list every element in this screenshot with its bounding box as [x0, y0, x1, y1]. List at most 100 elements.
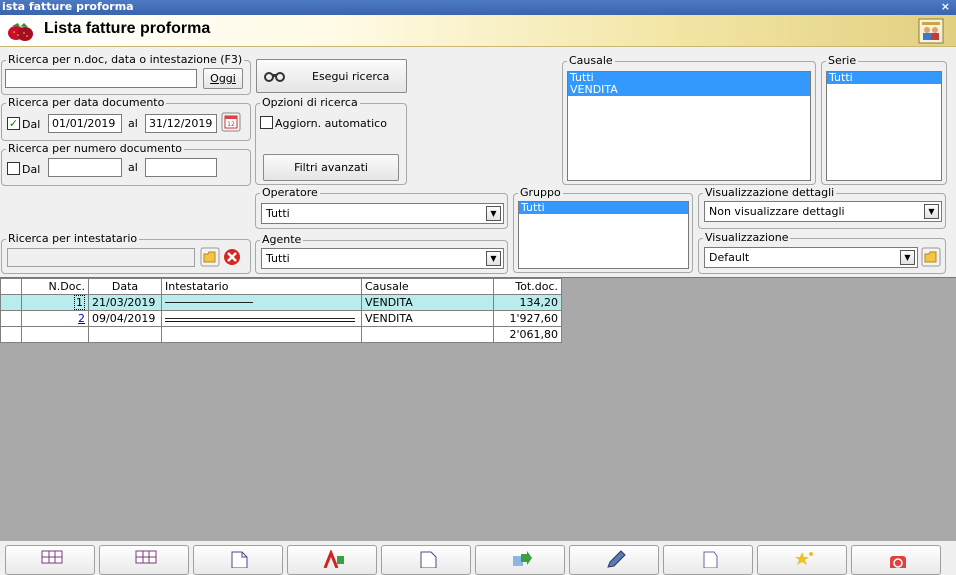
date-from-label: Dal: [22, 118, 41, 131]
results-grid-area: N.Doc. Data Intestatario Causale Tot.doc…: [0, 277, 956, 541]
cell-date: 21/03/2019: [88, 294, 162, 311]
details-select[interactable]: Non visualizzare dettagli ▼: [704, 201, 942, 222]
wizard-button[interactable]: [757, 545, 847, 575]
chevron-down-icon[interactable]: ▼: [900, 250, 915, 265]
search-date-legend: Ricerca per data documento: [6, 96, 167, 109]
agente-value: Tutti: [266, 252, 290, 265]
clear-icon[interactable]: [222, 247, 242, 267]
print-button[interactable]: [663, 545, 753, 575]
search-number-legend: Ricerca per numero documento: [6, 142, 185, 155]
column-header-total[interactable]: Tot.doc.: [493, 278, 562, 295]
chevron-down-icon[interactable]: ▼: [486, 206, 501, 221]
folder-icon[interactable]: [200, 247, 220, 267]
window-title-bar: ista fatture proforma: [0, 0, 956, 15]
exit-button[interactable]: [851, 545, 941, 575]
copy-document-button[interactable]: [381, 545, 471, 575]
folder-icon[interactable]: [921, 247, 941, 267]
date-to-label: al: [128, 117, 138, 130]
chevron-down-icon[interactable]: ▼: [924, 204, 939, 219]
row-selector-header: [0, 278, 22, 295]
view-legend: Visualizzazione: [703, 231, 791, 244]
doc-number-link[interactable]: 2: [78, 312, 85, 325]
gruppo-option-all[interactable]: Tutti: [519, 202, 688, 214]
auto-update-label: Aggiorn. automatico: [275, 117, 387, 130]
power-icon: [890, 556, 906, 568]
search-options-legend: Opzioni di ricerca: [260, 96, 360, 109]
results-table: N.Doc. Data Intestatario Causale Tot.doc…: [0, 278, 562, 343]
row-selector[interactable]: [0, 294, 22, 311]
redacted-holder[interactable]: [165, 312, 355, 322]
svg-text:12: 12: [227, 121, 235, 128]
cell-date: 09/04/2019: [88, 310, 162, 327]
cell-total: 1'927,60: [493, 310, 562, 327]
cell-ndoc[interactable]: 1: [21, 294, 89, 311]
cell-ndoc[interactable]: 2: [21, 310, 89, 327]
table-row[interactable]: 1 21/03/2019 VENDITA 134,20: [0, 294, 562, 311]
causale-option-vendita[interactable]: VENDITA: [568, 84, 810, 96]
auto-update-checkbox[interactable]: [260, 116, 273, 129]
edit-button[interactable]: [569, 545, 659, 575]
cell-causale: VENDITA: [361, 310, 494, 327]
grand-total: 2'061,80: [493, 326, 562, 343]
holder-search-legend: Ricerca per intestatario: [6, 232, 140, 245]
today-button[interactable]: Oggi: [203, 68, 243, 89]
number-from-input[interactable]: [48, 158, 122, 177]
users-icon[interactable]: [918, 18, 944, 44]
date-from-input[interactable]: 01/01/2019: [48, 114, 122, 133]
strawberry-icon: [8, 23, 33, 41]
execute-search-button[interactable]: Esegui ricerca: [256, 59, 407, 93]
serie-option-all[interactable]: Tutti: [827, 72, 941, 84]
table-icon: [135, 550, 157, 564]
details-legend: Visualizzazione dettagli: [703, 186, 837, 199]
font-icon: [323, 550, 344, 568]
holder-search-input[interactable]: [7, 248, 195, 267]
agente-select[interactable]: Tutti ▼: [261, 248, 504, 269]
column-header-holder[interactable]: Intestatario: [161, 278, 362, 295]
operatore-select[interactable]: Tutti ▼: [261, 203, 504, 224]
today-button-label: Oggi: [210, 72, 236, 85]
cell-total: 134,20: [493, 294, 562, 311]
grid-icon: [41, 550, 63, 564]
view-select[interactable]: Default ▼: [704, 247, 918, 268]
search-ndoc-legend: Ricerca per n.doc, data o intestazione (…: [6, 53, 245, 66]
redacted-holder: [165, 296, 253, 306]
new-document-button[interactable]: [193, 545, 283, 575]
close-icon[interactable]: ×: [941, 0, 950, 14]
font-button[interactable]: [287, 545, 377, 575]
cell-holder: [161, 294, 362, 311]
date-filter-checkbox[interactable]: ✓: [7, 117, 20, 130]
copy-icon: [420, 551, 437, 568]
chevron-down-icon[interactable]: ▼: [486, 251, 501, 266]
search-ndoc-input[interactable]: [5, 69, 197, 88]
number-to-input[interactable]: [145, 158, 217, 177]
binoculars-icon: [264, 72, 285, 82]
header-bar: Lista fatture proforma: [0, 15, 956, 47]
table-view-button[interactable]: [99, 545, 189, 575]
cell-causale: VENDITA: [361, 294, 494, 311]
causale-listbox[interactable]: Tutti VENDITA: [567, 71, 811, 181]
view-value: Default: [709, 251, 750, 264]
document-icon: [231, 551, 248, 568]
table-header-row: N.Doc. Data Intestatario Causale Tot.doc…: [0, 278, 562, 295]
stars-icon: [795, 552, 813, 565]
row-selector[interactable]: [0, 310, 22, 327]
calendar-icon[interactable]: 12: [221, 112, 241, 132]
advanced-filters-label: Filtri avanzati: [294, 161, 368, 174]
export-button[interactable]: [475, 545, 565, 575]
doc-number-link[interactable]: 1: [74, 294, 85, 310]
advanced-filters-button[interactable]: Filtri avanzati: [263, 154, 399, 181]
date-to-input[interactable]: 31/12/2019: [145, 114, 217, 133]
number-filter-checkbox[interactable]: [7, 162, 20, 175]
column-header-causale[interactable]: Causale: [361, 278, 494, 295]
agente-legend: Agente: [260, 233, 304, 246]
details-value: Non visualizzare dettagli: [709, 205, 845, 218]
export-arrow-icon: [513, 551, 532, 566]
cell-holder[interactable]: [161, 310, 362, 327]
serie-listbox[interactable]: Tutti: [826, 71, 942, 181]
number-to-label: al: [128, 161, 138, 174]
gruppo-listbox[interactable]: Tutti: [518, 201, 689, 269]
table-row[interactable]: 2 09/04/2019 VENDITA 1'927,60: [0, 310, 562, 327]
column-header-ndoc[interactable]: N.Doc.: [21, 278, 89, 295]
grid-view-button[interactable]: [5, 545, 95, 575]
column-header-date[interactable]: Data: [88, 278, 162, 295]
